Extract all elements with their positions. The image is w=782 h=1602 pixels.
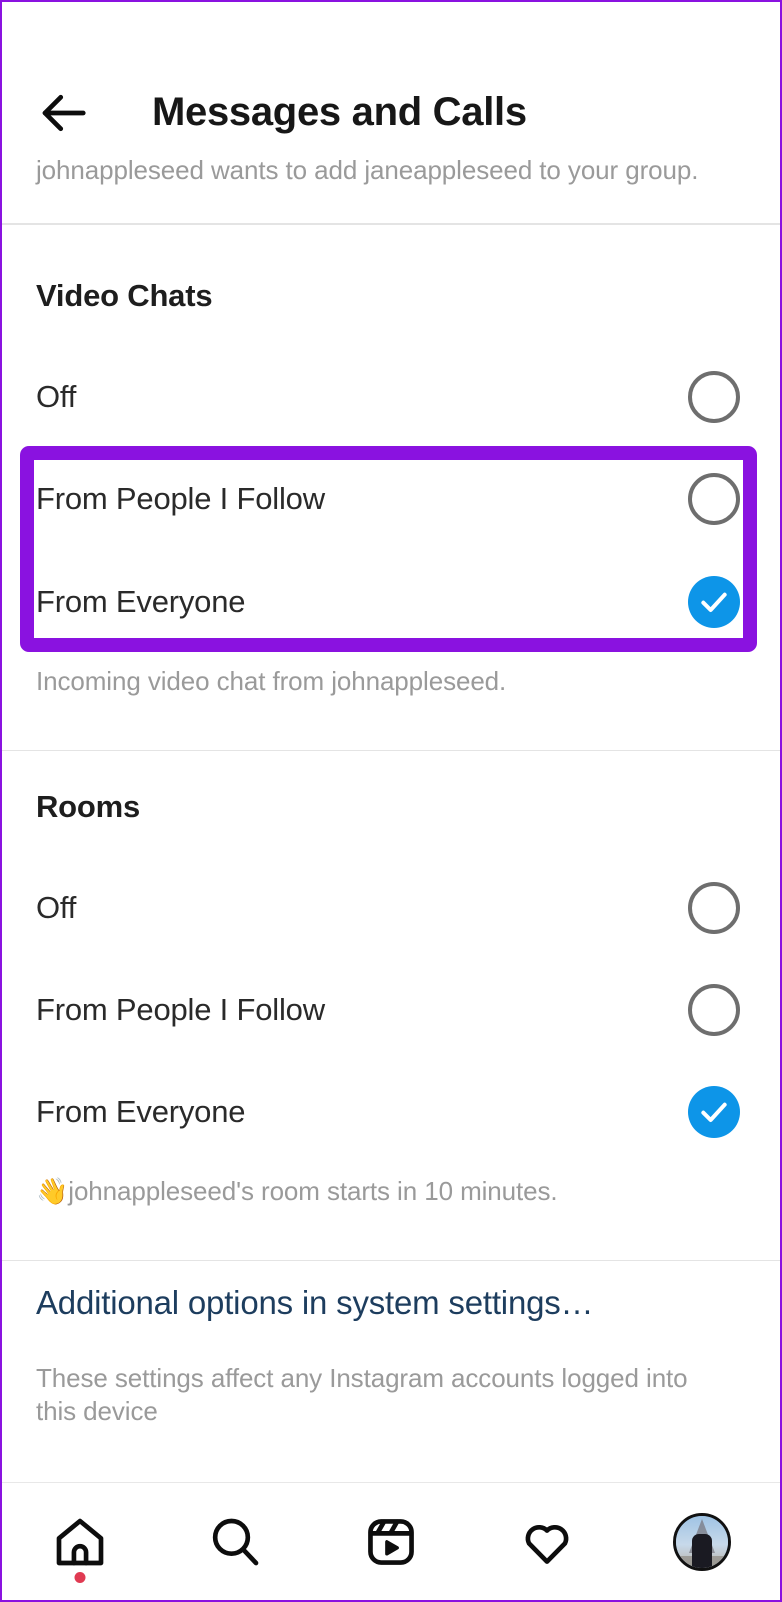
rooms-option-from-everyone[interactable]: From Everyone [2,1075,780,1149]
checkmark-icon [701,592,727,612]
home-notification-dot [74,1571,86,1583]
video-chats-divider [2,750,780,751]
rooms-option-from-people-i-follow[interactable]: From People I Follow [2,973,780,1047]
app-header: Messages and Calls [2,2,780,223]
home-icon [56,1518,104,1565]
rooms-option-off[interactable]: Off [2,871,780,945]
rooms-caption: 👋johnappleseed's room starts in 10 minut… [36,1176,558,1206]
radio-unselected[interactable] [688,882,740,934]
radio-unselected[interactable] [688,371,740,423]
option-label: From Everyone [36,1094,246,1129]
option-label: From Everyone [36,584,246,619]
option-label: Off [36,890,77,925]
page-title: Messages and Calls [152,90,527,134]
bottom-navigation-bar [2,1482,780,1600]
notice-divider [2,224,780,225]
option-label: From People I Follow [36,992,325,1027]
radio-unselected[interactable] [688,984,740,1036]
nav-item-reels[interactable] [346,1497,436,1587]
reels-icon [368,1518,414,1565]
video-chats-option-from-everyone[interactable]: From Everyone [2,565,780,639]
instagram-messages-and-calls-screen: Messages and Calls johnappleseed wants t… [0,0,782,1602]
video-chats-option-off[interactable]: Off [2,360,780,434]
rooms-heading: Rooms [36,789,141,824]
footer-note: These settings affect any Instagram acco… [36,1363,688,1427]
heart-icon [525,1524,568,1564]
nav-item-activity[interactable] [502,1497,592,1587]
option-label: Off [36,379,77,414]
radio-selected[interactable] [688,1086,740,1138]
rooms-divider [2,1260,780,1261]
nav-item-home[interactable] [35,1497,125,1587]
profile-avatar [673,1512,732,1571]
option-label: From People I Follow [36,481,325,516]
group-notice-text: johnappleseed wants to add janeappleseed… [36,155,699,185]
avatar-person [692,1533,713,1568]
radio-selected[interactable] [688,576,740,628]
nav-item-search[interactable] [190,1497,280,1587]
radio-unselected[interactable] [688,473,740,525]
video-chats-caption: Incoming video chat from johnappleseed. [36,666,507,696]
video-chats-option-from-people-i-follow[interactable]: From People I Follow [2,462,780,536]
checkmark-icon [701,1102,727,1122]
video-chats-heading: Video Chats [36,278,213,313]
nav-item-profile[interactable] [657,1497,747,1587]
additional-options-link[interactable]: Additional options in system settings… [36,1284,594,1322]
search-icon [213,1518,259,1565]
back-arrow-icon[interactable] [36,86,90,140]
